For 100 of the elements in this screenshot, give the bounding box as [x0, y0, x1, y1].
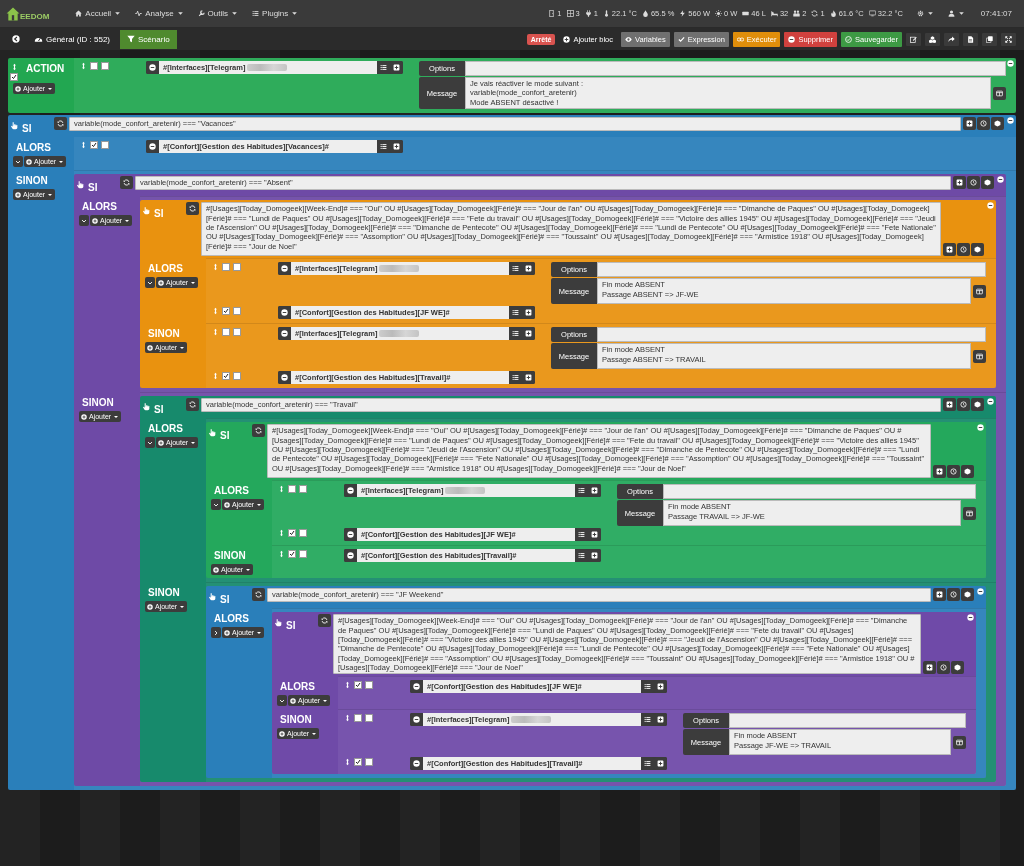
add-button[interactable]	[933, 588, 946, 602]
history-button[interactable]	[967, 176, 980, 190]
checkbox[interactable]	[299, 529, 307, 538]
remove-button[interactable]	[278, 327, 291, 341]
remove-button[interactable]	[146, 61, 159, 74]
add-button[interactable]	[943, 243, 956, 257]
history-button[interactable]	[957, 398, 970, 412]
add-button[interactable]	[588, 484, 601, 498]
remove-button[interactable]	[344, 549, 357, 563]
nav-menu[interactable]: Accueil	[69, 5, 128, 22]
add-button[interactable]	[923, 661, 936, 675]
cube-button[interactable]	[991, 117, 1004, 131]
cube-button[interactable]	[971, 398, 984, 412]
options-field[interactable]	[597, 327, 986, 343]
table-button[interactable]	[973, 284, 986, 298]
remove-button[interactable]	[278, 262, 291, 276]
checkbox[interactable]	[354, 714, 362, 723]
refresh-button[interactable]	[186, 202, 199, 216]
remove-block-button[interactable]	[1007, 117, 1014, 125]
remove-block-button[interactable]	[997, 176, 1004, 184]
checkbox[interactable]	[354, 758, 362, 767]
add-button[interactable]	[522, 327, 535, 341]
remove-button[interactable]	[410, 680, 423, 694]
checkbox[interactable]	[288, 529, 296, 538]
remove-block-button[interactable]	[987, 398, 994, 406]
options-field[interactable]	[597, 262, 986, 278]
remove-button[interactable]	[410, 757, 423, 771]
cube-button[interactable]	[971, 243, 984, 257]
refresh-button[interactable]	[54, 117, 67, 131]
nav-menu[interactable]: Analyse	[129, 5, 190, 22]
remove-button[interactable]	[344, 528, 357, 542]
refresh-button[interactable]	[318, 614, 331, 628]
checkbox[interactable]	[233, 372, 241, 381]
add-button[interactable]	[588, 528, 601, 542]
history-button[interactable]	[977, 117, 990, 131]
nav-menu[interactable]: Plugins	[246, 5, 305, 22]
checkbox[interactable]	[365, 681, 373, 690]
toolbar-icon-button[interactable]	[982, 32, 997, 46]
checkbox[interactable]	[222, 372, 230, 381]
checkbox[interactable]	[90, 62, 98, 70]
history-button[interactable]	[937, 661, 950, 675]
nav-menu[interactable]: Outils	[191, 5, 245, 22]
refresh-button[interactable]	[186, 398, 199, 412]
options-field[interactable]	[465, 61, 1006, 76]
options-field[interactable]	[729, 713, 966, 729]
toolbar-icon-button[interactable]	[963, 32, 978, 46]
history-button[interactable]	[947, 465, 960, 479]
tab[interactable]: Scénario	[120, 29, 177, 49]
add-button[interactable]	[588, 549, 601, 563]
history-button[interactable]	[957, 243, 970, 257]
add-button[interactable]	[953, 176, 966, 190]
collapse-toggle[interactable]	[145, 437, 155, 449]
remove-block-button[interactable]	[977, 588, 984, 596]
collapse-toggle[interactable]	[13, 156, 23, 168]
refresh-button[interactable]	[252, 588, 265, 602]
checkbox[interactable]	[365, 714, 373, 723]
remove-block-button[interactable]	[987, 202, 994, 210]
checkbox[interactable]	[233, 328, 241, 337]
cube-button[interactable]	[951, 661, 964, 675]
collapse-toggle[interactable]	[211, 499, 221, 511]
table-button[interactable]	[973, 349, 986, 363]
checkbox[interactable]	[222, 263, 230, 272]
collapse-toggle[interactable]	[79, 215, 89, 227]
cube-button[interactable]	[981, 176, 994, 190]
checkbox[interactable]	[222, 328, 230, 337]
add-button[interactable]	[963, 117, 976, 131]
remove-block-button[interactable]	[967, 614, 974, 622]
checkbox[interactable]	[299, 485, 307, 494]
add-button[interactable]	[390, 61, 403, 74]
add-button[interactable]	[943, 398, 956, 412]
toolbar-icon-button[interactable]	[925, 32, 940, 46]
history-button[interactable]	[947, 588, 960, 602]
checkbox[interactable]	[101, 141, 109, 150]
add-button[interactable]	[654, 680, 667, 694]
checkbox[interactable]	[222, 307, 230, 316]
checkbox[interactable]	[354, 681, 362, 690]
add-button[interactable]	[390, 140, 403, 154]
remove-block-button[interactable]	[977, 424, 984, 432]
add-button[interactable]	[654, 713, 667, 727]
checkbox[interactable]	[288, 485, 296, 494]
add-button[interactable]	[522, 306, 535, 320]
toolbar-icon-button[interactable]	[1001, 32, 1016, 46]
refresh-button[interactable]	[120, 176, 133, 190]
toolbar-icon-button[interactable]	[906, 32, 921, 46]
cube-button[interactable]	[961, 588, 974, 602]
cube-button[interactable]	[961, 465, 974, 479]
add-button[interactable]	[933, 465, 946, 479]
remove-button[interactable]	[344, 484, 357, 498]
remove-block-button[interactable]	[1007, 60, 1014, 67]
checkbox[interactable]	[101, 62, 109, 70]
collapse-toggle[interactable]	[211, 627, 221, 639]
remove-button[interactable]	[278, 306, 291, 320]
add-button[interactable]	[654, 757, 667, 771]
add-button[interactable]	[522, 262, 535, 276]
table-button[interactable]	[963, 506, 976, 520]
remove-button[interactable]	[278, 371, 291, 385]
checkbox[interactable]	[288, 550, 296, 559]
refresh-button[interactable]	[252, 424, 265, 438]
remove-button[interactable]	[146, 140, 159, 154]
table-button[interactable]	[993, 86, 1006, 100]
